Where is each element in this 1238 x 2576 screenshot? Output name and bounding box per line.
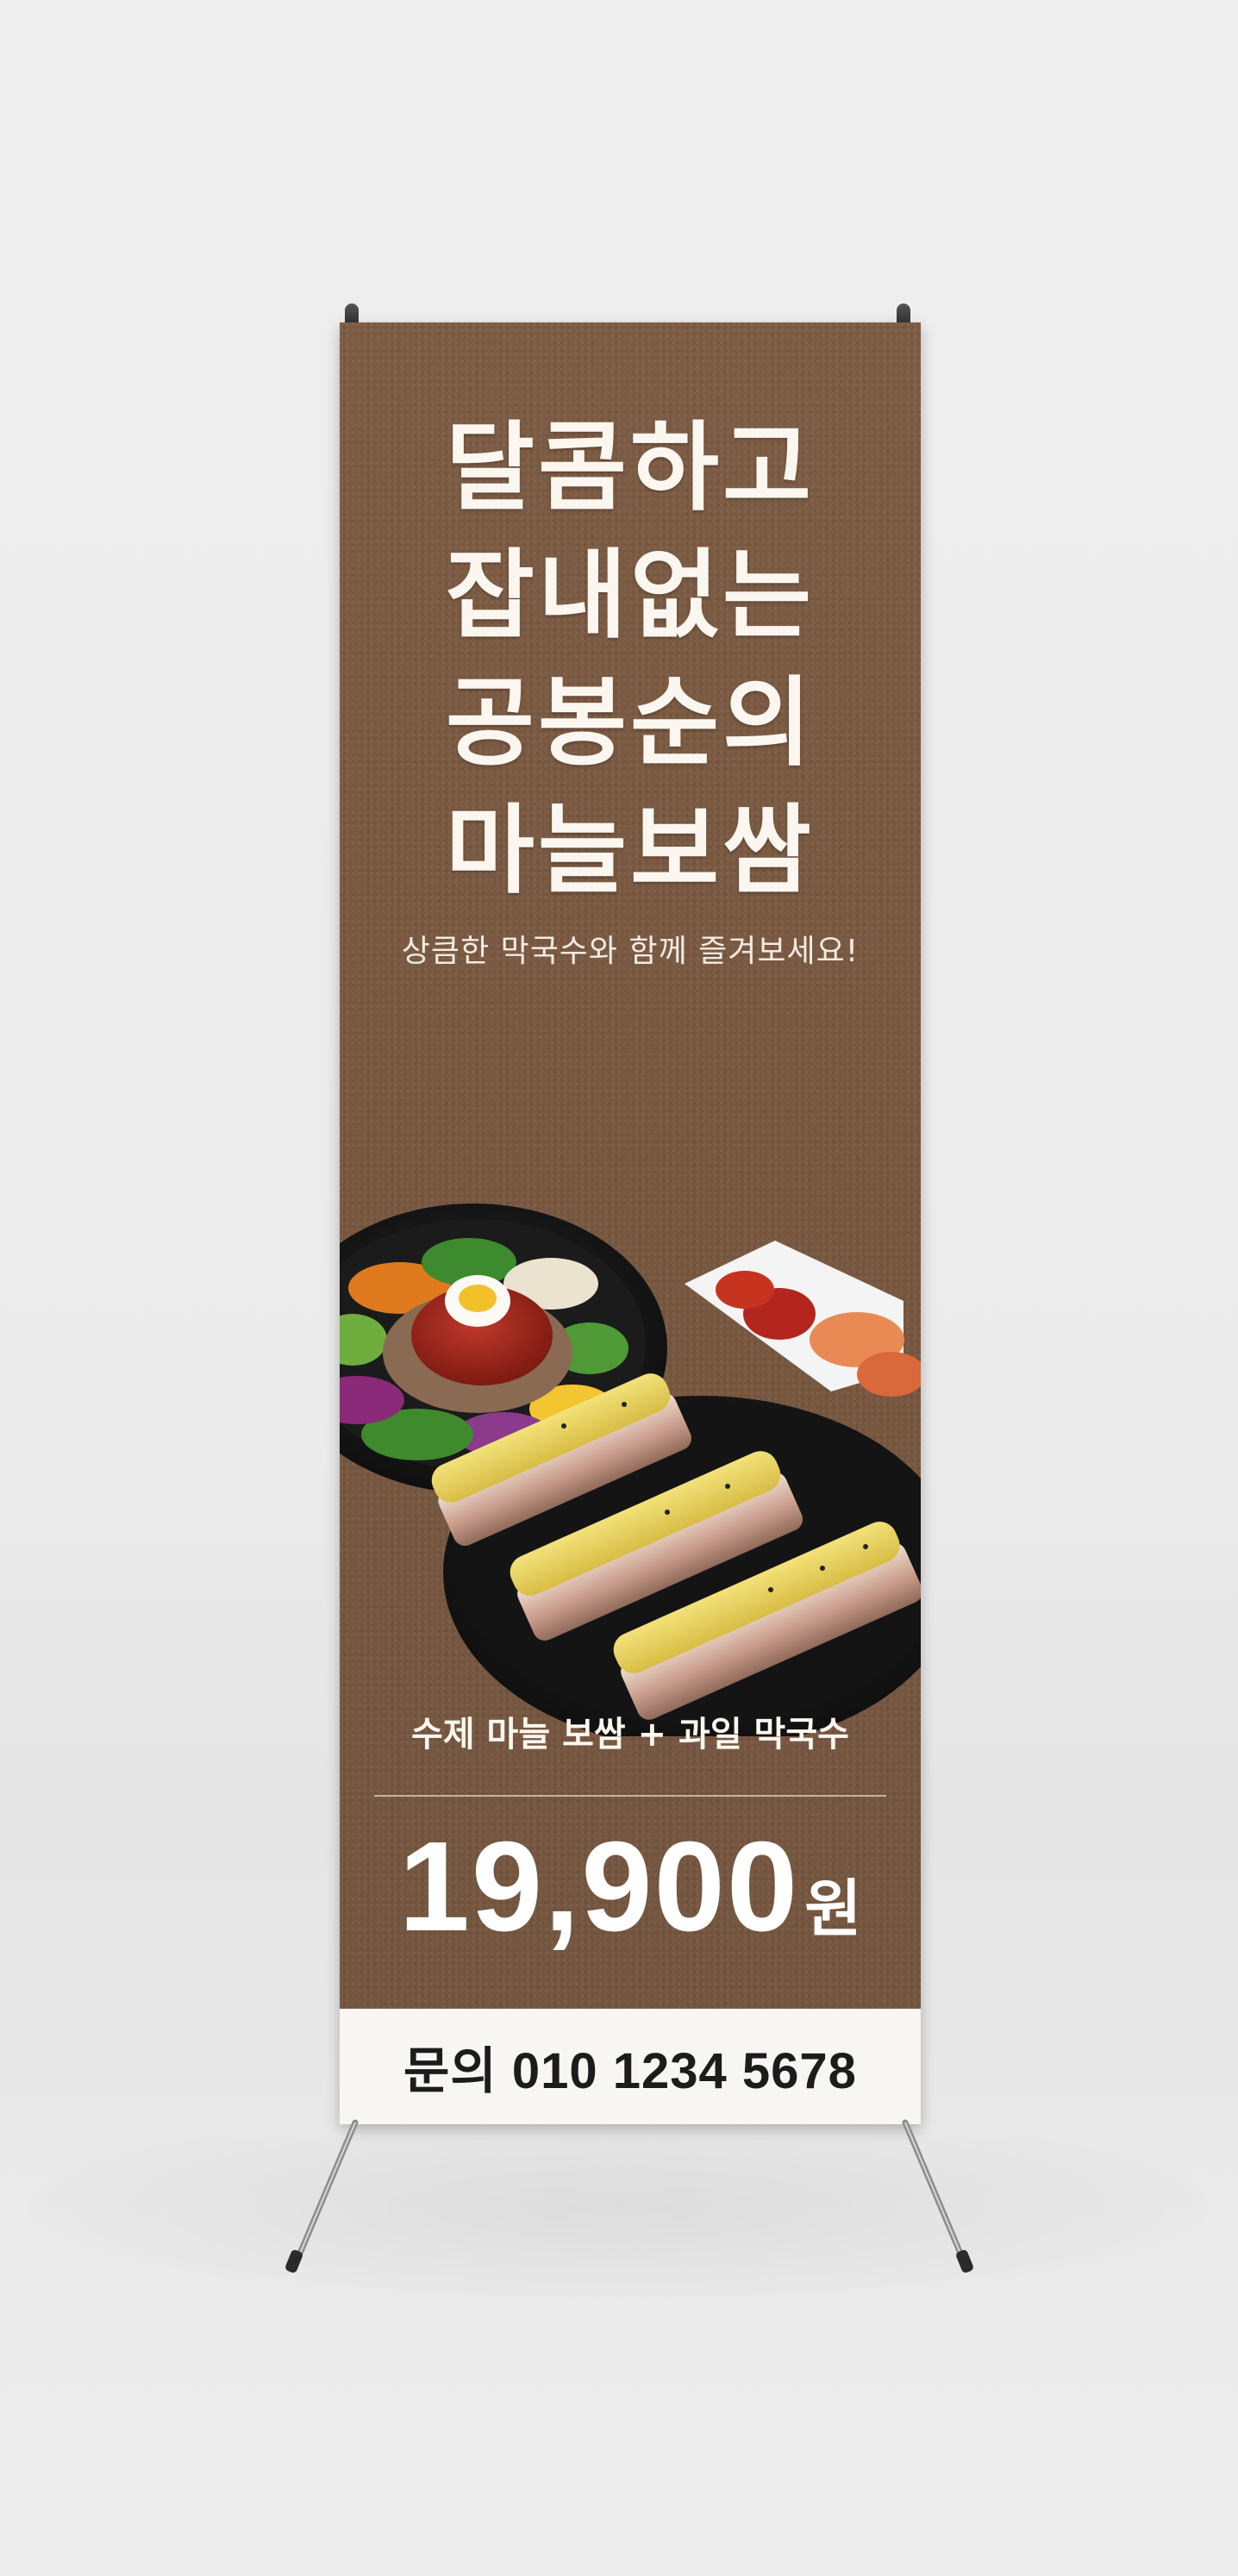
headline-line-2: 잡내없는 [445,539,816,652]
price-number: 19,900 [398,1816,800,1958]
floor-shadow [0,2138,1238,2310]
headline-line-1: 달콤하고 [445,411,816,524]
divider [374,1795,886,1797]
price: 19,900원 [340,1814,921,1960]
subline: 상큼한 막국수와 함께 즐겨보세요! [401,934,860,969]
contact-bar: 문의 010 1234 5678 [340,2009,921,2124]
headline-line-3: 공봉순의 [445,666,816,779]
headline: 달콤하고 잡내없는 공봉순의 마늘보쌈 [340,404,921,915]
x-banner-scene: 달콤하고 잡내없는 공봉순의 마늘보쌈 상큼한 막국수와 함께 즐겨보세요! 수… [0,0,1238,2576]
kimchi-plate [685,1241,921,1397]
contact-phone: 문의 010 1234 5678 [403,2043,857,2099]
menu-description: 수제 마늘 보쌈 + 과일 막국수 [411,1715,849,1754]
headline-line-4: 마늘보쌈 [445,794,816,907]
banner: 달콤하고 잡내없는 공봉순의 마늘보쌈 상큼한 막국수와 함께 즐겨보세요! 수… [340,322,921,2124]
food-photo [340,1204,921,1736]
price-unit: 원 [804,1875,862,1944]
